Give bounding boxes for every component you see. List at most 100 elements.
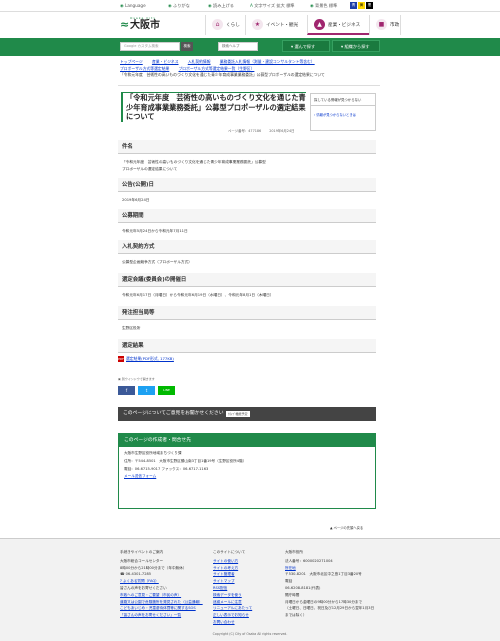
section-body: 令和元年6月17日（月曜日）から令和元年6月19日（水曜日）、令和元年8月1日（… (122, 293, 274, 297)
section-period: 公募期間 令和元年5月24日から令和元年7月11日 (118, 209, 376, 240)
facebook-icon: f (125, 388, 128, 393)
page-meta: ページ番号：477186 2019年6月24日 (228, 128, 303, 133)
category-kurashi[interactable]: ⌂ くらし (205, 15, 245, 35)
footer-link[interactable]: サイト管理者 (213, 571, 273, 578)
footer-link[interactable]: RSS配信 (213, 585, 273, 592)
breadcrumb-current: 「令和元年度 芸術性の高いものづくり文化を通じた青少年育成事業業務委託」公募型プ… (120, 72, 325, 77)
browse-button[interactable]: ▾ 選んで探す (282, 40, 330, 52)
search-help-dropdown[interactable]: 検索ヘルプ (218, 42, 258, 51)
contact-box: このページの作成者・問合せ先 大阪市生野区役所地域まちづくり課 住所：〒544-… (118, 433, 376, 509)
page-id: ページ番号：477186 (228, 129, 262, 133)
section-heading: 公募期間 (118, 209, 376, 223)
site-footer: 手続きやイベントのご案内 大阪市総合コールセンター 8時00分から21時00分ま… (0, 538, 500, 641)
footer-link[interactable]: 「皆さんの声をお寄せください」一覧 (120, 612, 210, 619)
color-swatch-blue[interactable]: 青 (350, 2, 357, 9)
breadcrumb-item[interactable]: プロポーザル方式等選定結果 (120, 66, 169, 71)
contact-heading: このページの作成者・問合せ先 (119, 434, 375, 447)
faq-link[interactable]: ? よくある質問（FAQ） (120, 578, 210, 585)
footer-link[interactable]: サイトの考え方 (213, 565, 273, 572)
section-heading: 選定会議(委員会)の開催日 (118, 273, 376, 287)
section-department: 発注担当局等 生野区役所 (118, 306, 376, 337)
section-heading: 公告(公開)日 (118, 178, 376, 192)
breadcrumb-item[interactable]: 業務委託入札情報（測量・建設コンサルタント等含む） (220, 59, 315, 64)
section-body: 公募型企画競争方式（プロポーザル方式） (122, 260, 192, 264)
city-icon: ■ (376, 19, 387, 30)
attachment-link[interactable]: PDF 選定結果(PDF形式, 177KB) (118, 356, 174, 362)
text-size-standard[interactable]: 標準 (286, 3, 294, 8)
section-result: 選定結果 (118, 339, 376, 353)
footer-link[interactable]: サイトマップ (213, 578, 273, 585)
section-heading: 発注担当局等 (118, 306, 376, 320)
feedback-tag: ｶﾗｲﾌﾞ機能予定 (226, 411, 250, 417)
color-swatch-black[interactable]: 黒 (366, 2, 373, 9)
section-publish-date: 公告(公開)日 2019年6月24日 (118, 178, 376, 209)
attachment-label[interactable]: 選定結果(PDF形式, 177KB) (126, 356, 174, 361)
contact-form-link[interactable]: メール送信フォーム (124, 474, 156, 478)
twitter-icon: t (145, 388, 148, 393)
footer-link[interactable]: 道路又は公園で危険箇所を発見された（公益通報） (120, 599, 210, 606)
adobe-note: ▣ 別ウインドウで開きます (118, 377, 155, 381)
line-share-button[interactable]: LINE (158, 386, 175, 395)
city-emblem-icon: ≈ (120, 18, 130, 31)
breadcrumb-item[interactable]: プロポーザル方式等選定結果一覧（生野区） (179, 66, 255, 71)
page-title: 「令和元年度 芸術性の高いものづくり文化を通じた青少年育成事業業務委託」公募型プ… (121, 93, 306, 122)
breadcrumb-item[interactable]: 入札契約情報 (188, 59, 211, 64)
facebook-share-button[interactable]: f (118, 386, 135, 395)
color-swatch-yellow[interactable]: 黄 (358, 2, 365, 9)
footer-link[interactable]: 市政へのご意見・ご要望（市民の声） (120, 592, 210, 599)
utility-bar: ◉ Language ◉ ふりがな ◉ 読み上げる A 文字サイズ 拡大 標準 … (0, 0, 500, 12)
speaker-icon: ◉ (208, 3, 212, 8)
divider (118, 85, 380, 86)
furigana-link[interactable]: ◉ ふりがな (168, 3, 190, 9)
area-button[interactable]: ▾ 組織から探す (332, 40, 380, 52)
search-input[interactable]: Google カスタム検索 (120, 42, 180, 51)
language-link[interactable]: ◉ Language (120, 3, 146, 8)
footer-column-cityhall: 大阪市役所 法人番号：6000020271004 所在地 〒530-8201 大… (285, 549, 377, 619)
breadcrumb-item[interactable]: 産業・ビジネス (152, 59, 179, 64)
globe-icon: ◉ (120, 3, 124, 8)
category-shisei[interactable]: ■ 市政 (369, 15, 401, 35)
text-size-large[interactable]: 拡大 (276, 3, 284, 8)
twitter-share-button[interactable]: t (138, 386, 155, 395)
section-body: 生野区役所 (122, 326, 141, 330)
section-body: 令和元年5月24日から令和元年7月11日 (122, 229, 188, 233)
footer-link[interactable]: サイトの使い方 (213, 558, 273, 565)
category-event[interactable]: ★ イベント・観光 (245, 15, 307, 35)
line-icon: LINE (163, 388, 170, 392)
feedback-bar[interactable]: このページについてご意見をお聞かせください ｶﾗｲﾌﾞ機能予定 (118, 407, 376, 421)
footer-link[interactable]: こどもあいじめ・児童虐待体罰等に関するSOS (120, 605, 210, 612)
section-body: 「令和元年度 芸術性の高いものづくり文化を通じた青少年育成事業業務委託」公募型プ… (122, 160, 266, 171)
breadcrumb-item[interactable]: トップページ (120, 59, 143, 64)
footer-link[interactable]: 迷惑メールに注意 (213, 599, 273, 606)
site-logo[interactable]: ≈ Osaka City 大阪市 (120, 16, 168, 34)
address-link[interactable]: 所在地 (285, 565, 377, 572)
section-meeting-date: 選定会議(委員会)の開催日 令和元年6月17日（月曜日）から令和元年6月19日（… (118, 273, 376, 304)
furigana-icon: ◉ (168, 3, 172, 8)
footer-link[interactable]: リニューアルにあたって (213, 605, 273, 612)
copyright: Copyright (C) City of Osaka All rights r… (212, 632, 288, 636)
category-business[interactable]: ▲ 産業・ビジネス (307, 15, 369, 35)
footer-link[interactable]: 正しい表示でお知らせ (213, 612, 273, 619)
footer-link[interactable]: お問い合わせ (213, 619, 273, 626)
pdf-icon: PDF (118, 356, 124, 362)
feedback-label: このページについてご意見をお聞かせください (123, 411, 224, 416)
section-heading: 入札契約方式 (118, 240, 376, 254)
breadcrumb: トップページ 産業・ビジネス 入札契約情報 業務委託入札情報（測量・建設コンサル… (120, 59, 380, 79)
footer-link[interactable]: 検索データを使う (213, 592, 273, 599)
color-control: ◉ 背景色 標準 (310, 3, 338, 8)
section-body: 2019年6月24日 (122, 198, 150, 202)
page-date: 2019年6月24日 (269, 129, 295, 133)
not-found-heading: 探している情報が見つからない (311, 94, 375, 106)
palette-icon: ◉ (310, 3, 314, 8)
section-subject: 件名 「令和元年度 芸術性の高いものづくり文化を通じた青少年育成事業業務委託」公… (118, 140, 376, 178)
search-button[interactable]: 検索 (181, 42, 193, 51)
read-aloud-link[interactable]: ◉ 読み上げる (208, 3, 234, 9)
text-size-icon: A (250, 3, 253, 8)
color-standard[interactable]: 標準 (329, 3, 337, 8)
event-icon: ★ (252, 19, 263, 30)
text-size-control: A 文字サイズ 拡大 標準 (250, 3, 295, 8)
not-found-link[interactable]: › 情報が見つからないときは (311, 106, 375, 123)
section-heading: 選定結果 (118, 339, 376, 353)
back-to-top-link[interactable]: ▲ ページの先頭へ戻る (330, 525, 363, 530)
not-found-box: 探している情報が見つからない › 情報が見つからないときは (310, 93, 376, 131)
